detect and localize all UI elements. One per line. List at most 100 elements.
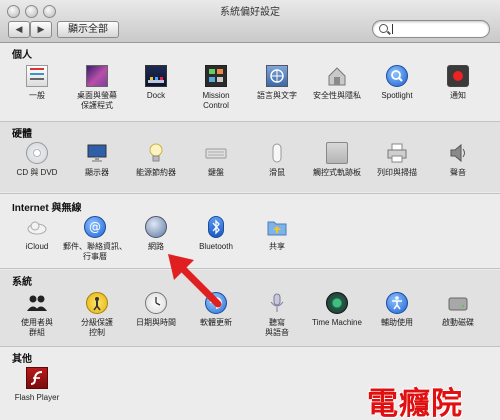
section-title: 系統 (12, 277, 32, 288)
svg-text:@: @ (89, 220, 101, 234)
accessibility-icon (386, 292, 408, 314)
search-icon (379, 24, 388, 33)
pref-label: 分級保護 控制 (81, 318, 113, 337)
back-button[interactable]: ◀ (8, 21, 30, 38)
section-divider (0, 268, 500, 269)
pref-label: 觸控式軌跡板 (313, 168, 361, 177)
section-divider (0, 193, 500, 194)
window-title: 系統偏好設定 (220, 7, 280, 18)
pref-general[interactable]: 一般 (3, 65, 71, 101)
pref-label: 能源節約器 (136, 168, 176, 177)
pref-label: 聲音 (450, 168, 466, 177)
pref-dictation-speech[interactable]: 聽寫 與語音 (243, 292, 311, 338)
pref-label: 輔助使用 (381, 318, 413, 327)
text-cursor (392, 24, 393, 34)
pref-cd-dvd[interactable]: CD 與 DVD (3, 142, 71, 178)
pref-trackpad[interactable]: 觸控式軌跡板 (303, 142, 371, 178)
software-update-icon (205, 292, 227, 314)
pref-notifications[interactable]: 通知 (424, 65, 492, 101)
dock-icon (145, 65, 167, 87)
pref-label: 使用者與 群組 (21, 318, 53, 337)
keyboard-icon (205, 142, 227, 164)
pref-mouse[interactable]: 滑鼠 (243, 142, 311, 178)
startup-disk-icon (447, 292, 469, 314)
pref-sharing[interactable]: 共享 (243, 216, 311, 252)
pref-print-scan[interactable]: 列印與掃描 (363, 142, 431, 178)
pref-network[interactable]: 網路 (122, 216, 190, 252)
mail-contacts-calendars-icon: @ (84, 216, 106, 238)
pref-label: 一般 (29, 91, 45, 100)
pref-label: 滑鼠 (269, 168, 285, 177)
pref-label: 桌面與螢幕 保護程式 (77, 91, 117, 110)
pref-spotlight[interactable]: Spotlight (363, 65, 431, 101)
pref-displays[interactable]: 顯示器 (63, 142, 131, 178)
pref-sound[interactable]: 聲音 (424, 142, 492, 178)
date-time-icon (145, 292, 167, 314)
trackpad-icon (326, 142, 348, 164)
icloud-icon (26, 216, 48, 238)
pref-label: Spotlight (381, 91, 413, 100)
general-icon (26, 65, 48, 87)
pref-startup-disk[interactable]: 啟動磁碟 (424, 292, 492, 328)
pref-time-machine[interactable]: Time Machine (303, 292, 371, 328)
pref-parental-controls[interactable]: 分級保護 控制 (63, 292, 131, 338)
pref-label: 通知 (450, 91, 466, 100)
security-privacy-icon (326, 65, 348, 87)
pref-energy-saver[interactable]: 能源節約器 (122, 142, 190, 178)
energy-saver-icon (145, 142, 167, 164)
section-personal: 個人 一般 桌面與螢幕 保護程式 Dock Mission Control 語言… (0, 43, 500, 113)
forward-button[interactable]: ▶ (30, 21, 52, 38)
pref-bluetooth[interactable]: Bluetooth (182, 216, 250, 252)
watermark-text: 電癮院 (367, 386, 463, 420)
spotlight-icon (386, 65, 408, 87)
pref-label: 列印與掃描 (377, 168, 417, 177)
search-input[interactable] (372, 20, 490, 38)
pref-label: 鍵盤 (208, 168, 224, 177)
pref-security-privacy[interactable]: 安全性與隱私 (303, 65, 371, 101)
pref-users-groups[interactable]: 使用者與 群組 (3, 292, 71, 338)
pref-label: 顯示器 (85, 168, 109, 177)
displays-icon (86, 142, 108, 164)
mission-control-icon (205, 65, 227, 87)
sharing-icon (266, 216, 288, 238)
pref-label: Dock (146, 91, 166, 100)
users-groups-icon (26, 292, 48, 314)
pref-desktop-screensaver[interactable]: 桌面與螢幕 保護程式 (63, 65, 131, 111)
pref-label: 共享 (269, 242, 285, 251)
pref-label: Mission Control (202, 91, 230, 110)
print-scan-icon (386, 142, 408, 164)
dictation-speech-icon (266, 292, 288, 314)
sound-icon (447, 142, 469, 164)
section-title: 硬體 (12, 129, 32, 140)
pref-label: 安全性與隱私 (313, 91, 361, 100)
pref-label: 網路 (148, 242, 164, 251)
section-system: 系統 使用者與 群組 分級保護 控制 日期與時間 軟體更新 聽寫 與語音 Tim… (0, 270, 500, 346)
desktop-screensaver-icon (86, 65, 108, 87)
pref-software-update[interactable]: 軟體更新 (182, 292, 250, 328)
pref-label: Time Machine (312, 318, 362, 327)
pref-label: 啟動磁碟 (442, 318, 474, 327)
pref-flash-player[interactable]: Flash Player (3, 367, 71, 403)
time-machine-icon (326, 292, 348, 314)
bluetooth-icon (208, 216, 224, 238)
title-bar: 系統偏好設定 ◀ ▶ 顯示全部 (0, 0, 500, 43)
pref-date-time[interactable]: 日期與時間 (122, 292, 190, 328)
show-all-button[interactable]: 顯示全部 (57, 21, 119, 38)
pref-keyboard[interactable]: 鍵盤 (182, 142, 250, 178)
cd-dvd-icon (26, 142, 48, 164)
pref-label: Flash Player (14, 393, 60, 402)
language-text-icon (266, 65, 288, 87)
pref-language-text[interactable]: 語言與文字 (243, 65, 311, 101)
pref-label: 語言與文字 (257, 91, 297, 100)
pref-dock[interactable]: Dock (122, 65, 190, 101)
section-hardware: 硬體 CD 與 DVD 顯示器 能源節約器 鍵盤 滑鼠 觸控式軌跡板 列印與掃描 (0, 122, 500, 192)
pref-mail-contacts-calendars[interactable]: @ 郵件、聯絡資訊、 行事曆 (61, 216, 129, 262)
section-title: 其他 (12, 354, 32, 365)
pref-label: 日期與時間 (136, 318, 176, 327)
pref-accessibility[interactable]: 輔助使用 (363, 292, 431, 328)
pref-mission-control[interactable]: Mission Control (182, 65, 250, 111)
mouse-icon (266, 142, 288, 164)
pref-label: 郵件、聯絡資訊、 行事曆 (63, 242, 127, 261)
pref-label: 軟體更新 (200, 318, 232, 327)
section-title: 個人 (12, 50, 32, 61)
